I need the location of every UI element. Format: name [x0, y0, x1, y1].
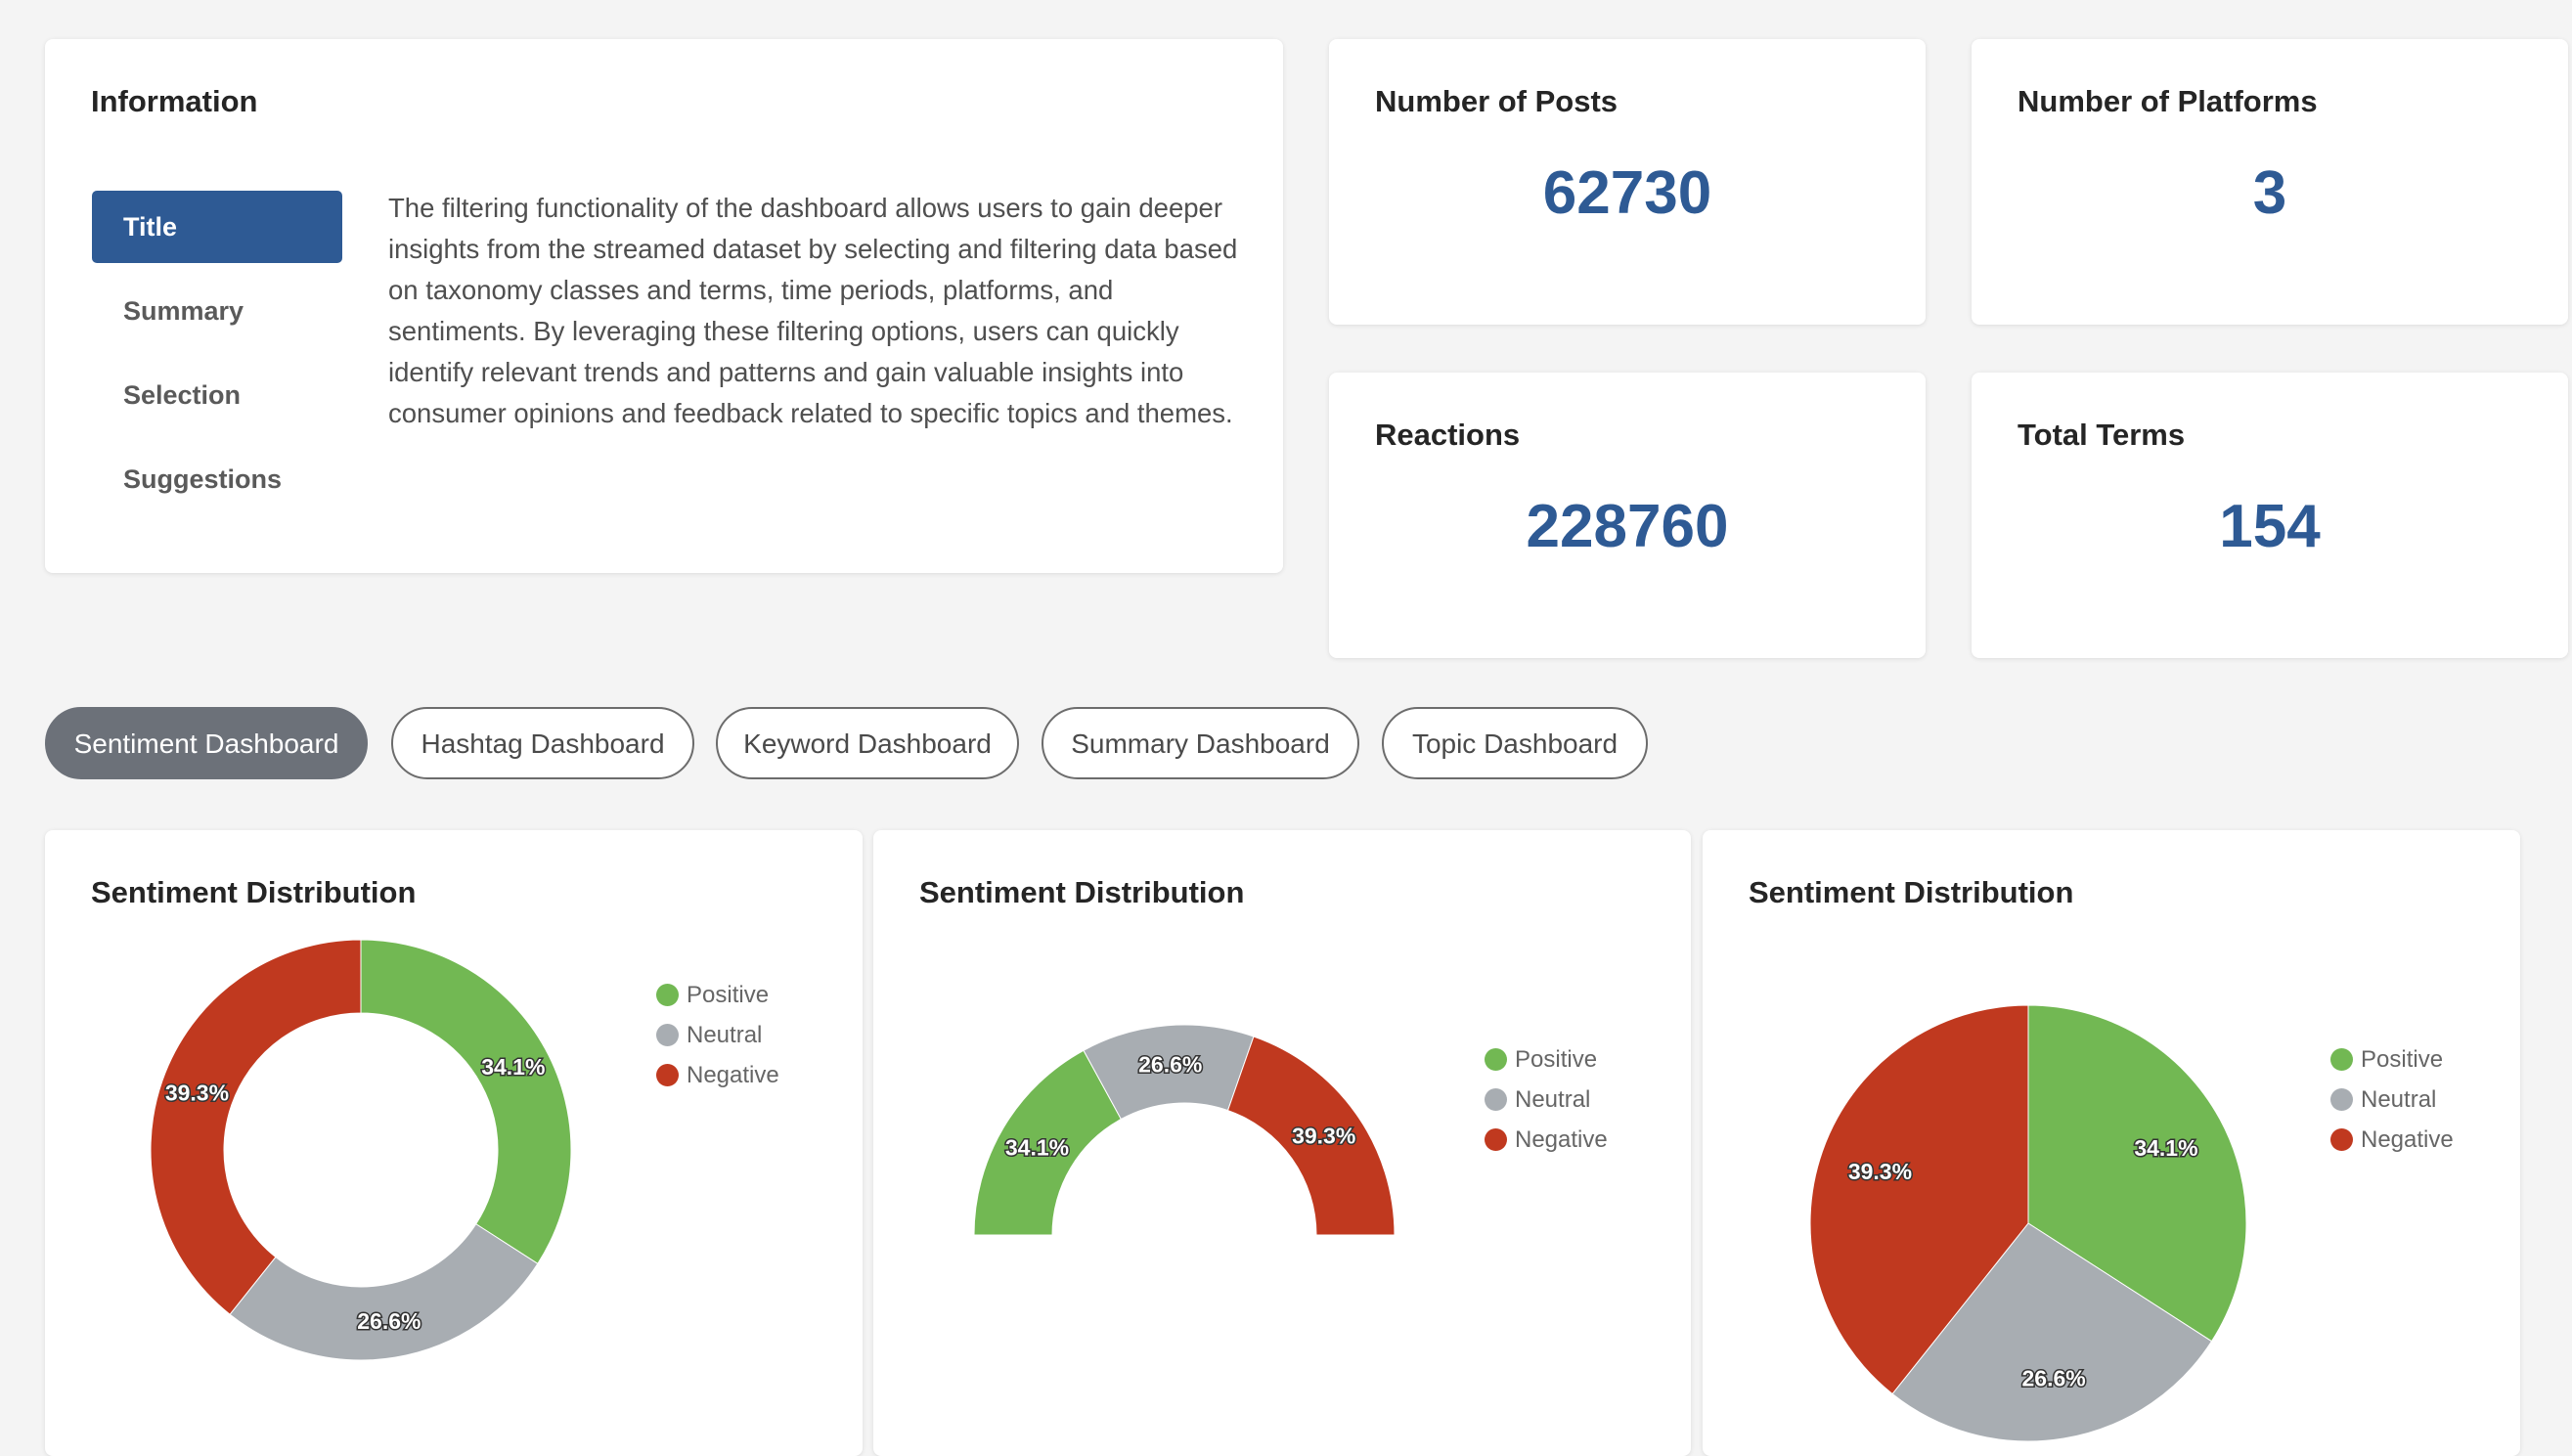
- tab-keyword-dashboard[interactable]: Keyword Dashboard: [716, 707, 1019, 779]
- legend-label: Positive: [687, 981, 770, 1008]
- pie-slice-positive[interactable]: [360, 939, 572, 1265]
- metric-label: Reactions: [1375, 418, 1521, 452]
- legend-marker: [2330, 1128, 2353, 1151]
- chart-legend: Positive Neutral Negative: [2330, 1039, 2454, 1160]
- chart-card-donut: Sentiment Distribution 34.1% 26.6% 39.3% P…: [45, 830, 863, 1456]
- legend-label: Negative: [1515, 1125, 1608, 1153]
- legend-marker: [656, 1064, 679, 1086]
- pie-slice-neutral[interactable]: [229, 1223, 539, 1361]
- legend-label: Neutral: [2361, 1085, 2437, 1113]
- info-nav-selection[interactable]: Selection: [92, 359, 342, 431]
- slice-value-label: 26.6%: [2022, 1365, 2086, 1390]
- information-nav: Title Summary Selection Suggestions: [92, 191, 342, 527]
- slice-value-label: 34.1%: [481, 1054, 545, 1080]
- legend-label: Neutral: [1515, 1085, 1591, 1113]
- metric-card-terms: Total Terms 154: [1972, 373, 2568, 658]
- legend-label: Negative: [2361, 1125, 2454, 1153]
- legend-item-negative[interactable]: Negative: [2330, 1120, 2454, 1160]
- slice-value-label: 26.6%: [357, 1308, 421, 1334]
- donut-chart: 34.1% 26.6% 39.3%: [150, 939, 572, 1361]
- slice-value-label: 34.1%: [1005, 1135, 1069, 1161]
- legend-marker: [656, 1024, 679, 1046]
- metric-label: Number of Posts: [1375, 84, 1619, 118]
- legend-item-positive[interactable]: Positive: [1485, 1039, 1608, 1080]
- slice-value-label: 39.3%: [1848, 1159, 1912, 1184]
- slice-value-label: 26.6%: [1138, 1052, 1202, 1078]
- legend-marker: [1485, 1128, 1507, 1151]
- metric-value: 3: [2252, 159, 2287, 227]
- metric-card-reactions: Reactions 228760: [1329, 373, 1926, 658]
- metric-value: 228760: [1526, 493, 1729, 560]
- info-nav-summary[interactable]: Summary: [92, 275, 342, 347]
- legend-marker: [2330, 1088, 2353, 1111]
- chart-legend: Positive Neutral Negative: [656, 975, 779, 1095]
- chart-card-semi-donut: Sentiment Distribution 34.1% 26.6% 39.3% P…: [873, 830, 1691, 1456]
- metric-value: 154: [2219, 493, 2321, 560]
- metric-label: Number of Platforms: [2018, 84, 2318, 118]
- information-description: The filtering functionality of the dashb…: [388, 193, 1238, 428]
- legend-item-neutral[interactable]: Neutral: [1485, 1080, 1608, 1120]
- tab-hashtag-dashboard[interactable]: Hashtag Dashboard: [391, 707, 694, 779]
- pie-slice-negative[interactable]: [150, 939, 362, 1315]
- legend-label: Neutral: [687, 1021, 763, 1048]
- legend-item-positive[interactable]: Positive: [656, 975, 779, 1015]
- tab-sentiment-dashboard[interactable]: Sentiment Dashboard: [45, 707, 368, 779]
- legend-label: Positive: [2361, 1045, 2444, 1073]
- legend-item-negative[interactable]: Negative: [1485, 1120, 1608, 1160]
- metric-card-platforms: Number of Platforms 3: [1972, 39, 2568, 325]
- legend-item-negative[interactable]: Negative: [656, 1055, 779, 1095]
- info-nav-suggestions[interactable]: Suggestions: [92, 443, 342, 515]
- legend-item-neutral[interactable]: Neutral: [2330, 1080, 2454, 1120]
- legend-label: Negative: [687, 1061, 779, 1088]
- info-nav-title[interactable]: Title: [92, 191, 342, 263]
- chart-card-pie: Sentiment Distribution 34.1% 26.6% 39.3% P…: [1703, 830, 2520, 1456]
- legend-item-neutral[interactable]: Neutral: [656, 1015, 779, 1055]
- tab-summary-dashboard[interactable]: Summary Dashboard: [1042, 707, 1359, 779]
- information-title: Information: [91, 84, 258, 118]
- legend-marker: [1485, 1048, 1507, 1071]
- tab-topic-dashboard[interactable]: Topic Dashboard: [1382, 707, 1648, 779]
- chart-legend: Positive Neutral Negative: [1485, 1039, 1608, 1160]
- slice-value-label: 34.1%: [2134, 1135, 2197, 1161]
- legend-marker: [1485, 1088, 1507, 1111]
- metric-label: Total Terms: [2018, 418, 2186, 452]
- legend-item-positive[interactable]: Positive: [2330, 1039, 2454, 1080]
- metric-value: 62730: [1542, 159, 1712, 227]
- metric-card-posts: Number of Posts 62730: [1329, 39, 1926, 325]
- legend-label: Positive: [1515, 1045, 1598, 1073]
- slice-value-label: 39.3%: [1292, 1124, 1355, 1149]
- legend-marker: [2330, 1048, 2353, 1071]
- information-card: Information Title Summary Selection Sugg…: [45, 39, 1283, 573]
- slice-value-label: 39.3%: [165, 1080, 229, 1105]
- legend-marker: [656, 984, 679, 1006]
